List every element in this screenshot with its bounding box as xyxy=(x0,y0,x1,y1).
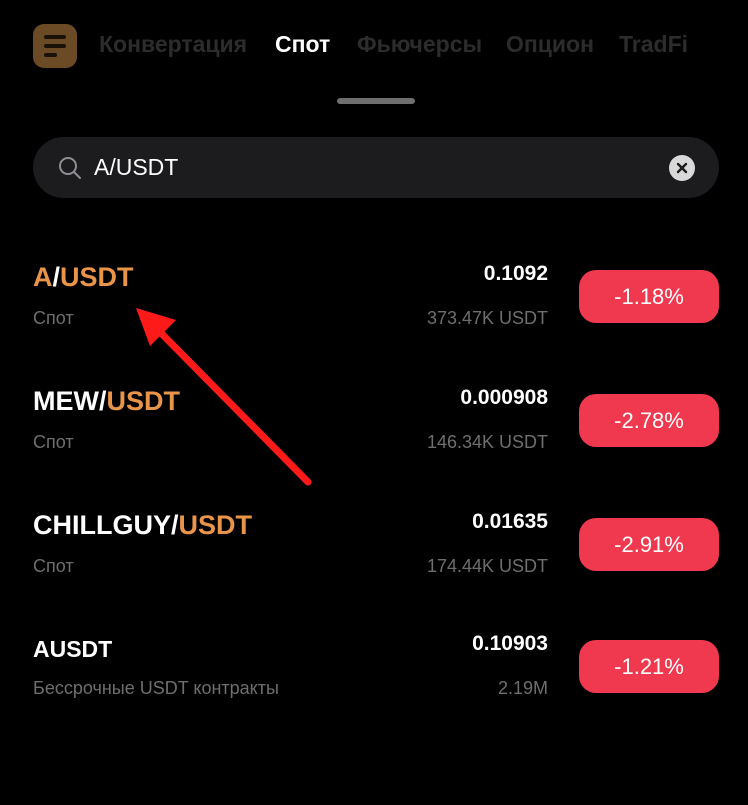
last-price: 0.1092 xyxy=(483,262,548,285)
change-badge[interactable]: -2.78% xyxy=(579,394,719,447)
pair-separator: / xyxy=(52,262,61,292)
volume: 146.34K USDT xyxy=(426,432,548,452)
pair-quote: USDT xyxy=(178,510,253,540)
market-type: Спот xyxy=(33,556,74,576)
pair-name: MEW/USDT xyxy=(33,386,180,417)
pair-base: A xyxy=(33,262,53,292)
tab-futures[interactable]: Фьючерсы xyxy=(357,31,482,58)
tab-conversion[interactable]: Конвертация xyxy=(99,31,247,58)
result-row-a-usdt[interactable]: A/USDT Спот 0.1092 373.47K USDT -1.18% xyxy=(0,262,748,372)
sheet-drag-handle[interactable] xyxy=(337,98,415,104)
tab-spot[interactable]: Спот xyxy=(275,31,330,58)
pair-name: AUSDT xyxy=(33,636,113,662)
pair-separator: / xyxy=(98,386,107,416)
search-icon xyxy=(59,157,81,179)
pair-quote: USDT xyxy=(106,386,181,416)
pair-name: A/USDT xyxy=(33,262,134,293)
search-input[interactable] xyxy=(94,149,634,185)
menu-icon[interactable] xyxy=(33,24,77,68)
pair-quote: USDT xyxy=(60,262,134,292)
result-row-ausdt-perpetual[interactable]: AUSDT Бессрочные USDT контракты 0.10903 … xyxy=(0,632,748,742)
top-bar: Конвертация Спот Фьючерсы Опцион TradFi xyxy=(0,0,748,90)
change-badge[interactable]: -2.91% xyxy=(579,518,719,571)
tab-options[interactable]: Опцион xyxy=(506,31,594,58)
volume: 2.19M xyxy=(497,678,548,698)
result-row-mew-usdt[interactable]: MEW/USDT Спот 0.000908 146.34K USDT -2.7… xyxy=(0,386,748,496)
volume: 373.47K USDT xyxy=(426,308,548,328)
pair-base: MEW xyxy=(33,386,99,416)
last-price: 0.000908 xyxy=(460,386,548,409)
result-row-chillguy-usdt[interactable]: CHILLGUY/USDT Спот 0.01635 174.44K USDT … xyxy=(0,510,748,620)
change-badge[interactable]: -1.18% xyxy=(579,270,719,323)
volume: 174.44K USDT xyxy=(426,556,548,576)
market-type: Бессрочные USDT контракты xyxy=(33,678,279,698)
market-type: Спот xyxy=(33,432,74,452)
change-badge[interactable]: -1.21% xyxy=(579,640,719,693)
market-type: Спот xyxy=(33,308,74,328)
last-price: 0.01635 xyxy=(472,510,548,533)
pair-name: CHILLGUY/USDT xyxy=(33,510,252,541)
clear-icon[interactable] xyxy=(669,155,695,181)
pair-base: CHILLGUY xyxy=(33,510,171,540)
tab-tradfi[interactable]: TradFi xyxy=(619,31,688,58)
last-price: 0.10903 xyxy=(472,632,548,655)
pair-separator: / xyxy=(171,510,179,540)
